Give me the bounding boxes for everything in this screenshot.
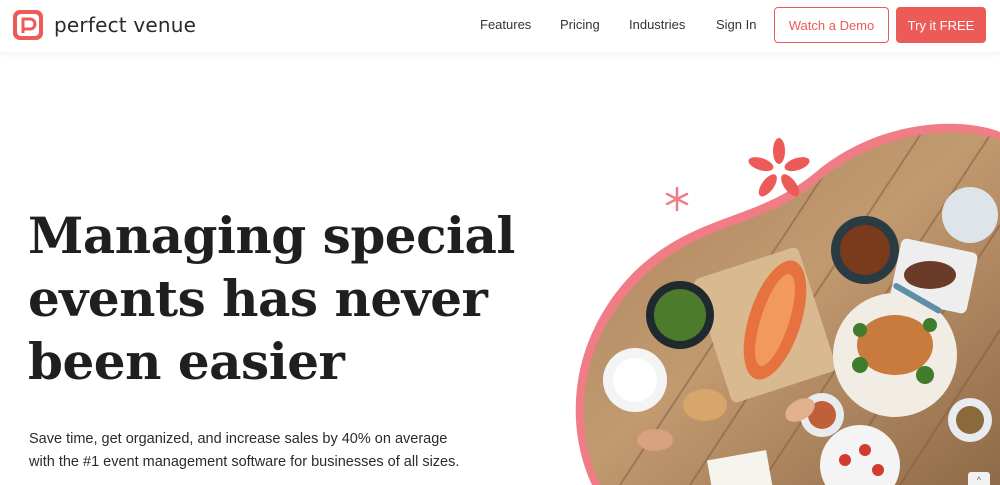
chevron-up-icon: ^ bbox=[976, 475, 982, 485]
headline-line-3: been easier bbox=[28, 332, 345, 391]
headline-line-1: Managing special bbox=[28, 206, 515, 265]
nav-sign-in[interactable]: Sign In bbox=[716, 17, 756, 32]
site-header: perfect venue Features Pricing Industrie… bbox=[0, 0, 1000, 52]
try-free-button[interactable]: Try it FREE bbox=[896, 7, 986, 43]
asterisk-icon bbox=[665, 186, 689, 212]
hero-subtext: Save time, get organized, and increase s… bbox=[29, 428, 499, 474]
watch-demo-button[interactable]: Watch a Demo bbox=[774, 7, 889, 43]
brand-logo[interactable]: perfect venue bbox=[12, 9, 196, 41]
nav-industries[interactable]: Industries bbox=[629, 17, 685, 32]
logo-icon bbox=[13, 10, 43, 40]
subtext-line-2: with the #1 event management software fo… bbox=[29, 454, 460, 470]
dinner-table-photo-icon bbox=[575, 123, 1000, 485]
scroll-to-top-button[interactable]: ^ bbox=[968, 472, 990, 485]
nav-features[interactable]: Features bbox=[480, 17, 531, 32]
nav-pricing[interactable]: Pricing bbox=[560, 17, 600, 32]
subtext-line-1: Save time, get organized, and increase s… bbox=[29, 431, 448, 447]
hero-image bbox=[560, 120, 1000, 485]
hero-headline: Managing special events has never been e… bbox=[28, 204, 568, 393]
headline-line-2: events has never bbox=[28, 269, 488, 328]
brand-name: perfect venue bbox=[54, 13, 197, 37]
